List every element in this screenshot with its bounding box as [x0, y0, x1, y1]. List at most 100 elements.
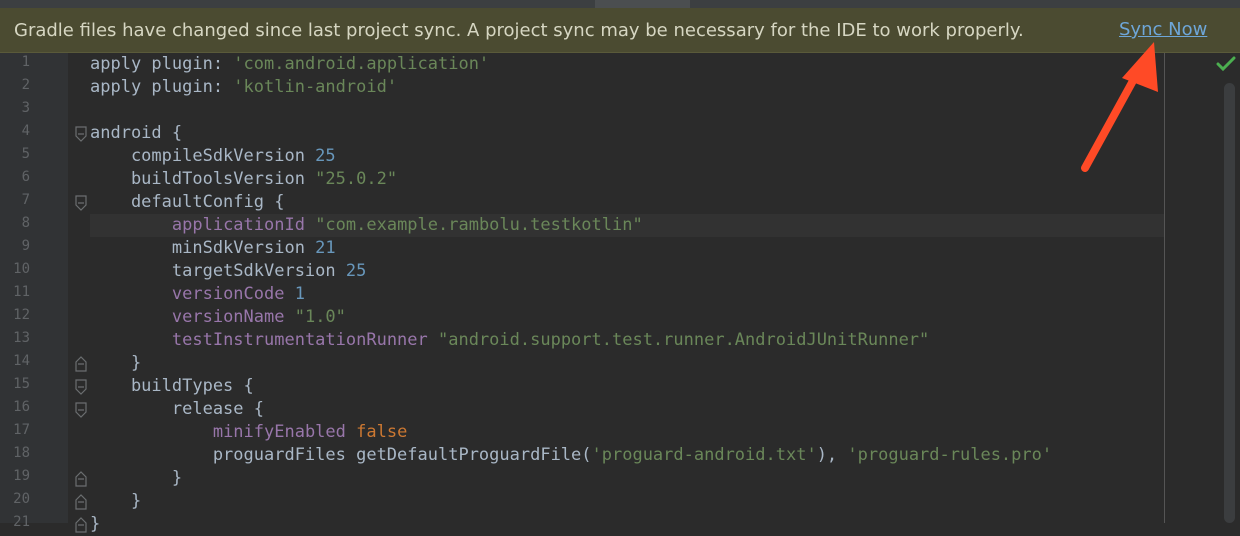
- code-token: compileSdkVersion: [90, 146, 316, 166]
- code-line[interactable]: 6 buildToolsVersion "25.0.2": [0, 168, 1240, 191]
- code-line[interactable]: 8 applicationId "com.example.rambolu.tes…: [0, 214, 1240, 237]
- code-token: apply plugin:: [90, 77, 234, 97]
- code-editor[interactable]: 1 apply plugin: 'com.android.application'…: [0, 53, 1240, 534]
- code-token: false: [356, 422, 408, 442]
- line-number: 6: [21, 169, 30, 185]
- code-token: applicationId: [171, 215, 316, 235]
- editor-tab-strip: [0, 0, 1240, 8]
- sync-now-link[interactable]: Sync Now: [1119, 19, 1207, 40]
- code-text: buildToolsVersion "25.0.2": [90, 168, 397, 191]
- fold-marker-icon[interactable]: [74, 402, 88, 418]
- line-number: 8: [21, 215, 30, 231]
- code-text: applicationId "com.example.rambolu.testk…: [90, 214, 643, 237]
- line-number: 9: [21, 238, 30, 254]
- line-number: 3: [21, 100, 30, 116]
- code-text: versionName "1.0": [90, 306, 346, 329]
- line-number: 18: [13, 445, 30, 461]
- fold-marker-icon[interactable]: [74, 195, 88, 211]
- fold-marker-icon[interactable]: [74, 126, 88, 142]
- code-text: apply plugin: 'com.android.application': [90, 53, 489, 76]
- code-text: versionCode 1: [90, 283, 305, 306]
- code-line[interactable]: 19 }: [0, 467, 1240, 490]
- line-number: 11: [13, 284, 30, 300]
- code-line[interactable]: 21}: [0, 513, 1240, 536]
- line-number: 13: [13, 330, 30, 346]
- line-number: 7: [21, 192, 30, 208]
- code-line[interactable]: 3: [0, 99, 1240, 122]
- code-line[interactable]: 2 apply plugin: 'kotlin-android': [0, 76, 1240, 99]
- line-number: 21: [13, 514, 30, 530]
- fold-marker-icon[interactable]: [74, 517, 88, 533]
- code-text: defaultConfig {: [90, 191, 285, 214]
- code-line[interactable]: 13 testInstrumentationRunner "android.su…: [0, 329, 1240, 352]
- fold-marker-icon[interactable]: [74, 471, 88, 487]
- code-token: versionName: [171, 307, 295, 327]
- code-line[interactable]: 7 defaultConfig {: [0, 191, 1240, 214]
- code-token: 1: [294, 284, 305, 304]
- line-number: 10: [13, 261, 30, 277]
- line-number: 17: [13, 422, 30, 438]
- line-number: 16: [13, 399, 30, 415]
- code-text: targetSdkVersion 25: [90, 260, 366, 283]
- code-line[interactable]: 17 minifyEnabled false: [0, 421, 1240, 444]
- line-number: 20: [13, 491, 30, 507]
- line-number: 15: [13, 376, 30, 392]
- code-line[interactable]: 11 versionCode 1: [0, 283, 1240, 306]
- code-token: }: [90, 353, 142, 373]
- code-line[interactable]: 4 android {: [0, 122, 1240, 145]
- code-line[interactable]: 18 proguardFiles getDefaultProguardFile(…: [0, 444, 1240, 467]
- code-token: proguardFiles getDefaultProguardFile(: [90, 445, 592, 465]
- code-text: proguardFiles getDefaultProguardFile('pr…: [90, 444, 1052, 467]
- code-text: }: [90, 513, 100, 536]
- code-line[interactable]: 9 minSdkVersion 21: [0, 237, 1240, 260]
- code-token: release {: [90, 399, 264, 419]
- code-token: }: [90, 514, 101, 534]
- fold-marker-icon[interactable]: [74, 494, 88, 510]
- code-line[interactable]: 15 buildTypes {: [0, 375, 1240, 398]
- line-number: 14: [13, 353, 30, 369]
- gradle-sync-notification-bar: Gradle files have changed since last pro…: [0, 8, 1240, 53]
- code-text: minSdkVersion 21: [90, 237, 336, 260]
- code-text: android {: [90, 122, 182, 145]
- active-tab-indicator: [595, 0, 690, 8]
- code-text: minifyEnabled false: [90, 421, 407, 444]
- code-text: testInstrumentationRunner "android.suppo…: [90, 329, 929, 352]
- code-token: android {: [90, 123, 183, 143]
- code-line[interactable]: 20 }: [0, 490, 1240, 513]
- code-token: defaultConfig {: [90, 192, 285, 212]
- code-token: 21: [315, 238, 336, 258]
- code-token: 'com.android.application': [233, 54, 490, 74]
- code-token: apply plugin:: [90, 54, 234, 74]
- code-line[interactable]: 5 compileSdkVersion 25: [0, 145, 1240, 168]
- code-text: }: [90, 467, 182, 490]
- line-number: 5: [21, 146, 30, 162]
- code-token: buildToolsVersion: [90, 169, 316, 189]
- code-token: minifyEnabled: [212, 422, 357, 442]
- code-token: buildTypes {: [90, 376, 254, 396]
- code-line[interactable]: 1 apply plugin: 'com.android.application': [0, 53, 1240, 76]
- code-line[interactable]: 10 targetSdkVersion 25: [0, 260, 1240, 283]
- code-text: compileSdkVersion 25: [90, 145, 336, 168]
- line-number: 19: [13, 468, 30, 484]
- code-line[interactable]: 14 }: [0, 352, 1240, 375]
- code-text: buildTypes {: [90, 375, 254, 398]
- code-line[interactable]: 16 release {: [0, 398, 1240, 421]
- line-number: 1: [21, 54, 30, 70]
- code-token: }: [90, 468, 183, 488]
- code-token: "com.example.rambolu.testkotlin": [315, 215, 643, 235]
- code-token: minSdkVersion: [90, 238, 316, 258]
- fold-marker-icon[interactable]: [74, 356, 88, 372]
- code-token: "25.0.2": [315, 169, 398, 189]
- code-text: }: [90, 352, 141, 375]
- code-token: "android.support.test.runner.AndroidJUni…: [438, 330, 930, 350]
- fold-marker-icon[interactable]: [74, 379, 88, 395]
- code-text: }: [90, 490, 141, 513]
- code-token: 'kotlin-android': [233, 77, 398, 97]
- code-line[interactable]: 12 versionName "1.0": [0, 306, 1240, 329]
- code-token: testInstrumentationRunner: [171, 330, 438, 350]
- line-number: 4: [21, 123, 30, 139]
